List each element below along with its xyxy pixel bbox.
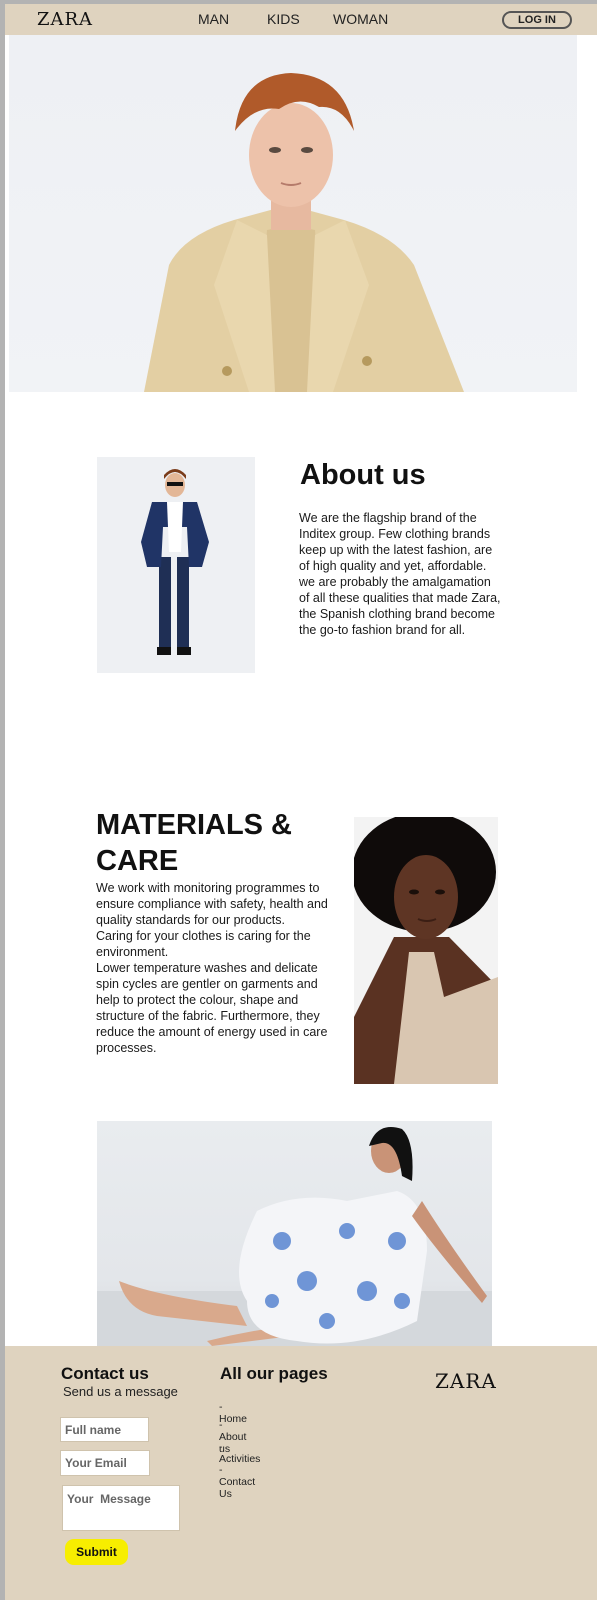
contact-subtitle: Send us a message [63,1384,178,1399]
materials-illustration [354,817,498,1084]
feature-photo [97,1121,492,1346]
footer-logo[interactable]: ZARA [435,1369,497,1393]
materials-paragraph: We work with monitoring programmes to en… [96,881,328,927]
about-photo [97,457,255,673]
nav-link-man[interactable]: MAN [198,11,229,27]
materials-paragraph: Lower temperature washes and delicate sp… [96,961,328,1055]
contact-title: Contact us [61,1364,149,1383]
message-input[interactable] [62,1485,180,1531]
about-title: About us [300,459,426,491]
about-illustration [141,469,209,655]
about-text: We are the flagship brand of the Inditex… [299,511,501,637]
email-input[interactable] [60,1450,150,1476]
footer-link-activities[interactable]: -Activities [219,1441,260,1465]
hero-image [9,35,577,392]
full-name-input[interactable] [60,1417,149,1442]
materials-title: MATERIALS & CARE [96,809,293,877]
footer: Contact us Send us a message Submit All … [5,1346,597,1600]
login-button[interactable]: LOG IN [502,11,572,29]
materials-paragraph: Caring for your clothes is caring for th… [96,929,311,959]
materials-photo [354,817,498,1084]
nav-link-woman[interactable]: WOMAN [333,11,388,27]
page: ZARA MAN KIDS WOMAN LOG IN About us We a… [5,4,597,1600]
submit-button[interactable]: Submit [65,1539,128,1565]
pages-title: All our pages [220,1364,328,1383]
footer-link-contact[interactable]: -Contact Us [219,1464,255,1500]
nav-link-kids[interactable]: KIDS [267,11,300,27]
hero-illustration [144,73,464,392]
feature-illustration [97,1127,492,1346]
materials-text: We work with monitoring programmes to en… [96,880,328,1056]
top-navbar: ZARA MAN KIDS WOMAN LOG IN [5,4,597,35]
